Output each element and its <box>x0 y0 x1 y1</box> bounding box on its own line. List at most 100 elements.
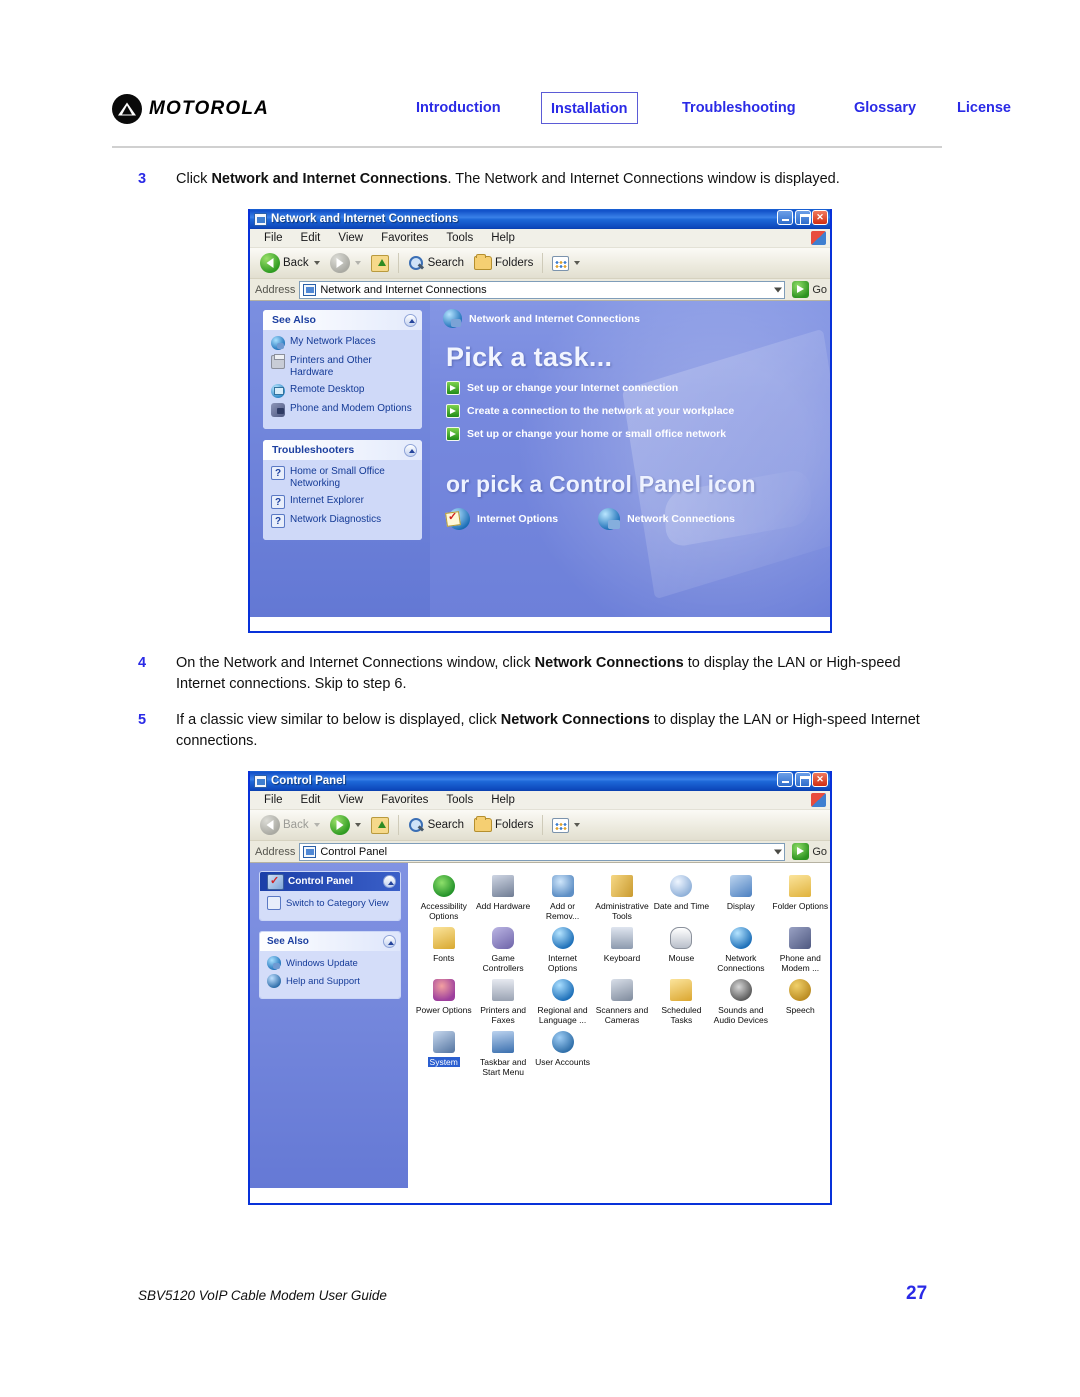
cp-icon-internet-options[interactable]: Internet Options <box>448 508 558 530</box>
window1-titlebar[interactable]: Network and Internet Connections ✕ <box>250 209 830 229</box>
cp-icon-scanners-and-cameras[interactable]: Scanners and Cameras <box>592 975 651 1025</box>
link-network-diagnostics[interactable]: ? Network Diagnostics <box>271 514 416 528</box>
window-control-panel[interactable]: Control Panel ✕ File Edit View Favorites… <box>248 771 832 1205</box>
link-printers-and-other-hardware[interactable]: Printers and Other Hardware <box>271 354 416 379</box>
cp-icon-keyboard[interactable]: Keyboard <box>592 923 651 973</box>
views-button[interactable] <box>547 251 585 275</box>
cp-icon-game-controllers[interactable]: Game Controllers <box>473 923 532 973</box>
go-button[interactable]: Go <box>789 281 827 298</box>
window2-toolbar[interactable]: Back Search Folders <box>250 810 830 841</box>
menu-edit[interactable]: Edit <box>292 794 330 806</box>
link-home-or-small-office-networking[interactable]: ? Home or Small Office Networking <box>271 466 416 490</box>
chevron-up-icon[interactable] <box>383 935 396 948</box>
menu-file[interactable]: File <box>255 232 292 244</box>
address-dropdown-icon[interactable] <box>774 849 783 854</box>
link-windows-update[interactable]: Windows Update <box>267 956 396 970</box>
tab-license[interactable]: License <box>948 92 1020 124</box>
cp-icon-regional-and-language[interactable]: Regional and Language ... <box>533 975 592 1025</box>
menu-edit[interactable]: Edit <box>292 232 330 244</box>
menu-favorites[interactable]: Favorites <box>372 232 437 244</box>
maximize-button[interactable] <box>794 210 811 225</box>
link-remote-desktop[interactable]: Remote Desktop <box>271 384 416 398</box>
task-setup-home-office-network[interactable]: Set up or change your home or small offi… <box>446 427 830 441</box>
link-phone-and-modem-options[interactable]: Phone and Modem Options <box>271 403 416 417</box>
tab-glossary[interactable]: Glossary <box>845 92 925 124</box>
window2-menubar[interactable]: File Edit View Favorites Tools Help <box>250 791 830 810</box>
forward-dropdown-icon[interactable] <box>354 823 361 827</box>
menu-tools[interactable]: Tools <box>437 232 482 244</box>
link-my-network-places[interactable]: My Network Places <box>271 336 416 350</box>
cp-icon-add-or-remov[interactable]: Add or Remov... <box>533 871 592 921</box>
menu-view[interactable]: View <box>329 232 372 244</box>
cp-icon-mouse[interactable]: Mouse <box>652 923 711 973</box>
link-internet-explorer[interactable]: ? Internet Explorer <box>271 495 416 509</box>
tab-troubleshooting[interactable]: Troubleshooting <box>673 92 805 124</box>
cp-icon-accessibility-options[interactable]: Accessibility Options <box>414 871 473 921</box>
forward-button[interactable] <box>325 251 366 275</box>
cp-icon-administrative-tools[interactable]: Administrative Tools <box>592 871 651 921</box>
menu-help[interactable]: Help <box>482 232 524 244</box>
cp-icon-fonts[interactable]: Fonts <box>414 923 473 973</box>
window1-menubar[interactable]: File Edit View Favorites Tools Help <box>250 229 830 248</box>
cp-icon-scheduled-tasks[interactable]: Scheduled Tasks <box>652 975 711 1025</box>
cp-icon-display[interactable]: Display <box>711 871 770 921</box>
views-button[interactable] <box>547 813 585 837</box>
folders-button[interactable]: Folders <box>469 251 538 275</box>
window1-toolbar[interactable]: Back Search Folders <box>250 248 830 279</box>
panel-see-also-2-header[interactable]: See Also <box>260 932 400 951</box>
task-setup-internet-connection[interactable]: Set up or change your Internet connectio… <box>446 381 830 395</box>
address-dropdown-icon[interactable] <box>774 287 783 292</box>
cp-icon-sounds-and-audio-devices[interactable]: Sounds and Audio Devices <box>711 975 770 1025</box>
cp-icon-power-options[interactable]: Power Options <box>414 975 473 1025</box>
menu-file[interactable]: File <box>255 794 292 806</box>
forward-dropdown-icon[interactable] <box>354 261 361 265</box>
panel-troubleshooters-header[interactable]: Troubleshooters <box>263 440 422 460</box>
search-button[interactable]: Search <box>403 251 469 275</box>
menu-help[interactable]: Help <box>482 794 524 806</box>
maximize-button[interactable] <box>794 772 811 787</box>
cp-icon-add-hardware[interactable]: Add Hardware <box>473 871 532 921</box>
up-button[interactable] <box>366 813 394 837</box>
folders-button[interactable]: Folders <box>469 813 538 837</box>
minimize-button[interactable] <box>777 210 793 225</box>
cp-icon-internet-options[interactable]: Internet Options <box>533 923 592 973</box>
panel-see-also-header[interactable]: See Also <box>263 310 422 330</box>
menu-tools[interactable]: Tools <box>437 794 482 806</box>
back-dropdown-icon[interactable] <box>313 261 320 265</box>
search-button[interactable]: Search <box>403 813 469 837</box>
back-button[interactable]: Back <box>255 251 325 275</box>
cp-icon-phone-and-modem[interactable]: Phone and Modem ... <box>771 923 830 973</box>
link-help-and-support[interactable]: Help and Support <box>267 974 396 988</box>
cp-icon-speech[interactable]: Speech <box>771 975 830 1025</box>
panel-control-panel-header[interactable]: Control Panel <box>260 872 400 891</box>
chevron-up-icon[interactable] <box>383 875 396 888</box>
go-button[interactable]: Go <box>789 843 827 860</box>
cp-icon-taskbar-and-start-menu[interactable]: Taskbar and Start Menu <box>473 1027 532 1077</box>
cp-icon-system[interactable]: System <box>414 1027 473 1077</box>
cp-icon-network-connections[interactable]: Network Connections <box>711 923 770 973</box>
cp-icon-network-connections[interactable]: Network Connections <box>598 508 735 530</box>
window-network-and-internet-connections[interactable]: Network and Internet Connections ✕ File … <box>248 209 832 633</box>
cp-icon-date-and-time[interactable]: Date and Time <box>652 871 711 921</box>
tab-installation[interactable]: Installation <box>541 92 638 124</box>
cp-icon-folder-options[interactable]: Folder Options <box>771 871 830 921</box>
chevron-up-icon[interactable] <box>404 443 417 457</box>
menu-view[interactable]: View <box>329 794 372 806</box>
close-button[interactable]: ✕ <box>812 210 828 225</box>
cp-icon-printers-and-faxes[interactable]: Printers and Faxes <box>473 975 532 1025</box>
window1-addressbar[interactable]: Address Network and Internet Connections… <box>250 279 830 301</box>
minimize-button[interactable] <box>777 772 793 787</box>
window2-addressbar[interactable]: Address Control Panel Go <box>250 841 830 863</box>
task-create-workplace-connection[interactable]: Create a connection to the network at yo… <box>446 404 830 418</box>
forward-button[interactable] <box>325 813 366 837</box>
views-dropdown-icon[interactable] <box>574 823 581 827</box>
address-input[interactable]: Control Panel <box>299 842 786 861</box>
tab-introduction[interactable]: Introduction <box>407 92 510 124</box>
address-input[interactable]: Network and Internet Connections <box>299 280 786 299</box>
up-button[interactable] <box>366 251 394 275</box>
chevron-up-icon[interactable] <box>404 313 417 327</box>
close-button[interactable]: ✕ <box>812 772 828 787</box>
link-switch-to-category-view[interactable]: Switch to Category View <box>267 896 396 910</box>
menu-favorites[interactable]: Favorites <box>372 794 437 806</box>
window2-titlebar[interactable]: Control Panel ✕ <box>250 771 830 791</box>
